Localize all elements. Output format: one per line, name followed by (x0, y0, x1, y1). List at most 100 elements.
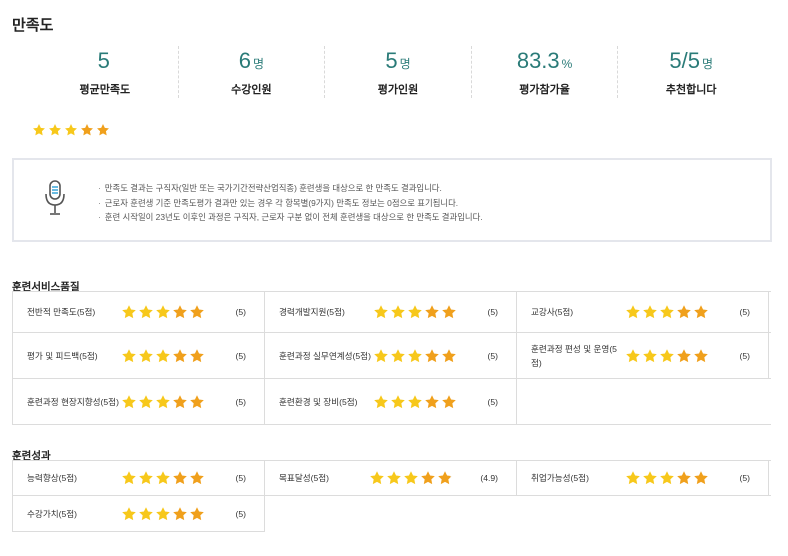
star-rating (373, 394, 457, 410)
rating-item: 능력향상(5점) (5) (12, 461, 265, 495)
table-row: 전반적 만족도(5점) (5) 경력개발지원(5점) (5) 교강사(5점) (… (12, 292, 771, 333)
table-row: 평가 및 피드백(5점) (5) 훈련과정 실무연계성(5점) (5) 훈련과정… (12, 333, 771, 379)
stat-label: 수강인원 (231, 84, 272, 96)
rating-item: 훈련환경 및 장비(5점) (5) (264, 379, 517, 424)
rating-item: 취업가능성(5점) (5) (516, 461, 769, 495)
star-rating (373, 304, 457, 320)
rating-item-label: 능력향상(5점) (27, 473, 78, 483)
rating-item: 전반적 만족도(5점) (5) (12, 292, 265, 332)
star-icon (373, 348, 389, 364)
rating-item-label: 훈련과정 편성 및 운영(5점) (531, 343, 617, 368)
star-rating (121, 470, 205, 486)
star-rating (121, 394, 205, 410)
star-icon (407, 348, 423, 364)
star-icon (155, 506, 171, 522)
stat-average-satisfaction: 5 평균만족도 (32, 46, 179, 98)
star-icon (407, 394, 423, 410)
rating-score: (5) (235, 473, 246, 483)
star-icon (96, 123, 110, 137)
star-rating (625, 470, 709, 486)
table-row: 훈련과정 현장지향성(5점) (5) 훈련환경 및 장비(5점) (5) (12, 379, 771, 425)
star-icon (676, 348, 692, 364)
rating-item-label: 훈련과정 실무연계성(5점) (279, 350, 371, 361)
stat-label: 평균만족도 (79, 84, 131, 96)
rating-item-label: 경력개발지원(5점) (279, 307, 345, 317)
stat-value: 5/5 명 (669, 48, 713, 73)
star-rating (625, 304, 709, 320)
notice-line: 만족도 결과는 구직자(일반 또는 국가기간전략산업직종) 훈련생을 대상으로 … (98, 181, 483, 196)
star-rating (369, 470, 453, 486)
star-icon (407, 304, 423, 320)
rating-score: (5) (235, 307, 246, 317)
star-icon (625, 470, 641, 486)
rating-item: 경력개발지원(5점) (5) (264, 292, 517, 332)
notice-list: 만족도 결과는 구직자(일반 또는 국가기간전략산업직종) 훈련생을 대상으로 … (98, 181, 483, 225)
star-icon (48, 123, 62, 137)
star-icon (138, 470, 154, 486)
star-icon (659, 470, 675, 486)
microphone-icon (44, 180, 66, 216)
star-icon (155, 304, 171, 320)
star-icon (189, 506, 205, 522)
star-icon (420, 470, 436, 486)
star-icon (138, 394, 154, 410)
rating-item-label: 훈련환경 및 장비(5점) (279, 396, 358, 407)
notice-line: 훈련 시작일이 23년도 이후인 과정은 구직자, 근로자 구분 없이 전체 훈… (98, 210, 483, 225)
star-icon (676, 470, 692, 486)
rating-item: 훈련과정 실무연계성(5점) (5) (264, 333, 517, 378)
star-icon (172, 348, 188, 364)
rating-score: (5) (487, 350, 498, 361)
stat-value: 83.3% (516, 48, 573, 73)
star-icon (625, 304, 641, 320)
star-icon (121, 470, 137, 486)
star-icon (121, 394, 137, 410)
star-icon (642, 470, 658, 486)
rating-item: 평가 및 피드백(5점) (5) (12, 333, 265, 378)
star-icon (172, 394, 188, 410)
star-icon (155, 348, 171, 364)
star-icon (659, 304, 675, 320)
stat-evaluators: 5명 평가인원 (325, 46, 472, 98)
star-icon (369, 470, 385, 486)
star-icon (64, 123, 78, 137)
empty-cell (516, 379, 769, 424)
star-icon (424, 304, 440, 320)
star-icon (642, 348, 658, 364)
service-quality-table: 전반적 만족도(5점) (5) 경력개발지원(5점) (5) 교강사(5점) (… (12, 291, 771, 425)
star-icon (693, 304, 709, 320)
star-rating (121, 304, 205, 320)
star-icon (390, 394, 406, 410)
star-icon (386, 470, 402, 486)
average-star-rating (32, 121, 110, 139)
star-icon (155, 394, 171, 410)
star-icon (424, 348, 440, 364)
stat-value: 6명 (238, 48, 265, 73)
star-icon (642, 304, 658, 320)
star-icon (155, 470, 171, 486)
rating-item-label: 목표달성(5점) (279, 473, 330, 483)
star-icon (693, 348, 709, 364)
star-icon (189, 304, 205, 320)
star-icon (373, 394, 389, 410)
star-icon (390, 348, 406, 364)
star-icon (403, 470, 419, 486)
star-icon (138, 304, 154, 320)
stat-enrolled: 6명 수강인원 (179, 46, 326, 98)
star-icon (693, 470, 709, 486)
rating-item: 교강사(5점) (5) (516, 292, 769, 332)
star-icon (138, 506, 154, 522)
star-rating (373, 348, 457, 364)
table-row: 능력향상(5점) (5) 목표달성(5점) (4.9) 취업가능성(5점) (5… (12, 461, 771, 496)
star-icon (121, 348, 137, 364)
star-icon (373, 304, 389, 320)
star-rating (625, 348, 709, 364)
stat-value: 5 (97, 48, 110, 73)
star-icon (32, 123, 46, 137)
star-rating (121, 348, 205, 364)
star-icon (625, 348, 641, 364)
page-title: 만족도 (12, 17, 54, 34)
star-icon (441, 348, 457, 364)
stat-label: 평가인원 (377, 84, 419, 96)
star-icon (172, 470, 188, 486)
star-icon (659, 348, 675, 364)
